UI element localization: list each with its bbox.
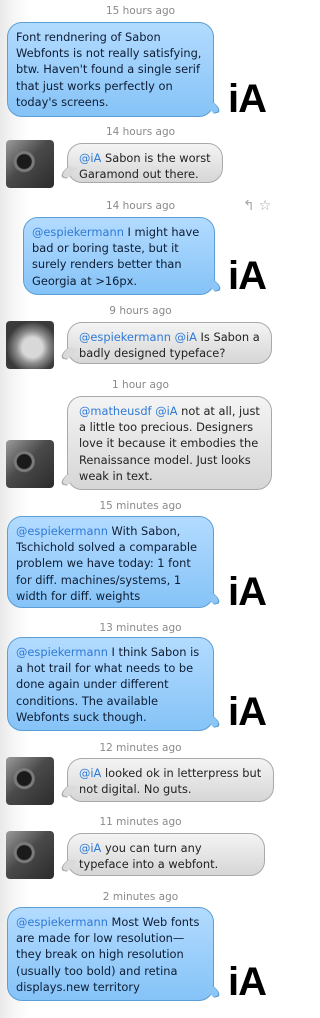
timestamp: 1 hour ago — [112, 379, 169, 391]
mention-link[interactable]: @espiekermann — [16, 915, 108, 929]
avatar-camera[interactable] — [6, 440, 54, 488]
tweet-bubble-outgoing[interactable]: @espiekermann I might have bad or boring… — [23, 217, 215, 295]
avatar-camera[interactable] — [6, 757, 54, 805]
ia-logo: iA — [228, 960, 267, 1004]
avatar-camera[interactable] — [6, 140, 54, 188]
tweet-text: looked ok in letterpress but not digital… — [79, 766, 262, 797]
tweet-bubble-incoming[interactable]: @iA you can turn any typeface into a web… — [67, 833, 265, 876]
mention-link[interactable]: @espiekermann — [16, 645, 108, 659]
mention-link[interactable]: @iA — [155, 404, 177, 418]
mention-link[interactable]: @espiekermann — [79, 330, 171, 344]
avatar-portrait[interactable] — [6, 321, 54, 369]
mention-link[interactable]: @iA — [79, 841, 101, 855]
tweet-bubble-incoming[interactable]: @iA Sabon is the worst Garamond out ther… — [67, 143, 223, 183]
tweet-bubble-outgoing[interactable]: Font rendnering of Sabon Webfonts is not… — [7, 22, 214, 117]
timestamp: 11 minutes ago — [99, 816, 182, 828]
timestamp: 14 hours ago — [105, 126, 176, 138]
timestamp: 14 hours ago — [105, 200, 176, 212]
tweet-actions: ↰ ☆ — [243, 198, 275, 214]
tweet-bubble-outgoing[interactable]: @espiekermann With Sabon, Tschichold sol… — [7, 516, 214, 608]
mention-link[interactable]: @matheusdf — [79, 404, 152, 418]
tweet-bubble-incoming[interactable]: @espiekermann @iA Is Sabon a badly desig… — [67, 322, 272, 364]
ia-logo: iA — [228, 570, 267, 614]
ia-logo: iA — [228, 254, 267, 298]
timestamp: 2 minutes ago — [102, 891, 179, 903]
avatar-camera[interactable] — [6, 831, 54, 879]
mention-link[interactable]: @iA — [175, 330, 197, 344]
timestamp: 12 minutes ago — [99, 742, 182, 754]
star-icon[interactable]: ☆ — [259, 198, 272, 214]
ia-logo: iA — [228, 77, 267, 121]
timestamp: 9 hours ago — [109, 305, 172, 317]
timestamp: 15 hours ago — [105, 5, 176, 17]
timestamp: 13 minutes ago — [99, 622, 182, 634]
tweet-bubble-incoming[interactable]: @matheusdf @iA not at all, just a little… — [67, 396, 272, 490]
mention-link[interactable]: @espiekermann — [32, 225, 124, 239]
tweet-bubble-outgoing[interactable]: @espiekermann I think Sabon is a hot tra… — [7, 637, 214, 731]
mention-link[interactable]: @espiekermann — [16, 524, 108, 538]
mention-link[interactable]: @iA — [79, 766, 101, 780]
mention-link[interactable]: @iA — [79, 151, 101, 165]
tweet-bubble-outgoing[interactable]: @espiekermann Most Web fonts are made fo… — [7, 907, 214, 1001]
timestamp: 15 minutes ago — [99, 500, 182, 512]
ia-logo: iA — [228, 690, 267, 734]
tweet-text: Font rendnering of Sabon Webfonts is not… — [16, 30, 202, 109]
tweet-bubble-incoming[interactable]: @iA looked ok in letterpress but not dig… — [67, 758, 274, 802]
reply-icon[interactable]: ↰ — [243, 198, 255, 214]
